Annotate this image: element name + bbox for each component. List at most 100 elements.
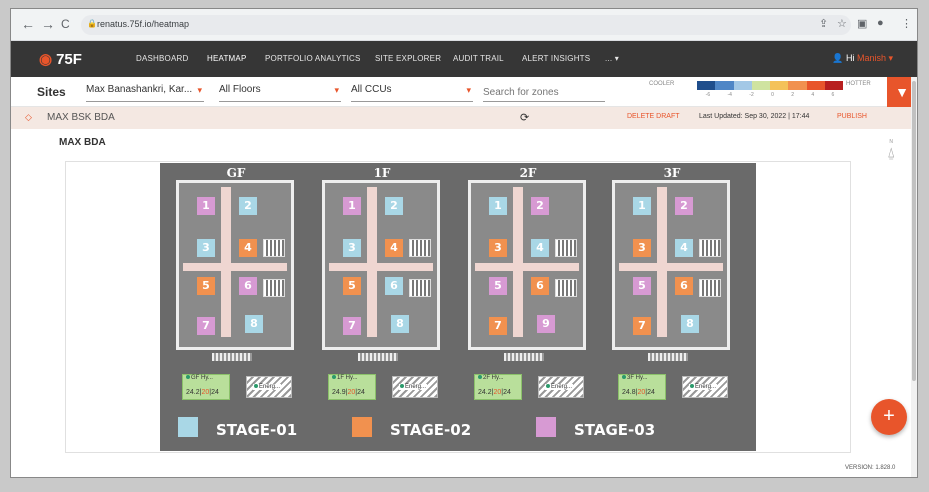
energy-meter-card[interactable]: Energ... <box>682 376 728 398</box>
app-logo[interactable]: ◉ 75F <box>39 50 82 68</box>
zone-tile[interactable]: 4 <box>239 239 257 257</box>
add-button[interactable]: + <box>871 399 907 435</box>
scale-swatch <box>788 81 807 90</box>
floor-strip <box>504 353 544 361</box>
zone-tile[interactable]: 7 <box>197 317 215 335</box>
nav-dashboard[interactable]: DASHBOARD <box>136 54 188 63</box>
zone-tile[interactable]: 5 <box>197 277 215 295</box>
site-select[interactable]: Max Banashankri, Kar... ▾ <box>86 84 204 102</box>
refresh-icon[interactable]: ⟳ <box>520 111 529 124</box>
expand-collapse-icon[interactable]: ◇ <box>25 112 32 123</box>
zone-tile[interactable]: 4 <box>531 239 549 257</box>
zone-tile[interactable]: 6 <box>675 277 693 295</box>
zone-tile[interactable]: 8 <box>681 315 699 333</box>
zone-tile[interactable]: 7 <box>489 317 507 335</box>
zone-tile[interactable]: 3 <box>489 239 507 257</box>
zone-tile[interactable]: 6 <box>385 277 403 295</box>
zone-tile[interactable]: 7 <box>343 317 361 335</box>
star-icon[interactable]: ☆ <box>837 17 847 30</box>
profile-icon[interactable]: ● <box>877 17 884 29</box>
last-updated-text: Last Updated: Sep 30, 2022 | 17:44 <box>699 113 810 120</box>
address-bar[interactable]: 🔒 renatus.75f.io/heatmap <box>81 15 851 35</box>
zone-tile[interactable]: 5 <box>489 277 507 295</box>
stage-label: STAGE-01 <box>216 421 298 439</box>
energy-meter-card[interactable]: Energ... <box>538 376 584 398</box>
forward-button[interactable]: → <box>41 16 55 32</box>
status-dot <box>622 375 626 379</box>
user-name: Manish <box>856 53 886 63</box>
zone-tile[interactable]: 2 <box>239 197 257 215</box>
zone-tile[interactable]: 7 <box>633 317 651 335</box>
ccu-current-temp: 24.2 <box>478 389 492 396</box>
zone-tile[interactable]: 5 <box>343 277 361 295</box>
stage-swatch <box>352 417 372 437</box>
energy-meter-card[interactable]: Energ... <box>392 376 438 398</box>
zone-tile[interactable]: 2 <box>531 197 549 215</box>
floor-label: 2F <box>519 166 537 180</box>
zone-tile[interactable]: 5 <box>633 277 651 295</box>
app-navbar: ◉ 75F DASHBOARD HEATMAP PORTFOLIO ANALYTI… <box>11 41 917 77</box>
ccu-card[interactable]: 1F Hy... 24.9|20|24 <box>328 374 376 400</box>
scale-tick: 6 <box>831 92 835 98</box>
zone-tile[interactable]: 4 <box>675 239 693 257</box>
ccu-card[interactable]: 2F Hy... 24.2|20|24 <box>474 374 522 400</box>
zone-tile[interactable]: 1 <box>197 197 215 215</box>
ccu-name: GF Hy... <box>191 375 213 381</box>
nav-more-menu[interactable]: ... ▾ <box>605 54 619 63</box>
energy-meter-card[interactable]: Energ... <box>246 376 292 398</box>
zone-tile[interactable]: 8 <box>245 315 263 333</box>
energy-meter-label: Energ... <box>399 384 428 390</box>
user-menu[interactable]: 👤 Hi Manish ▾ <box>832 53 893 64</box>
sidebar-icon[interactable]: ▣ <box>857 17 867 30</box>
reload-button[interactable]: C <box>61 17 70 31</box>
floor-select-value: All Floors <box>219 84 261 95</box>
floor-select[interactable]: All Floors ▾ <box>219 84 341 102</box>
zone-tile[interactable]: 6 <box>531 277 549 295</box>
ccu-card[interactable]: GF Hy... 24.2|20|24 <box>182 374 230 400</box>
scrollbar-thumb[interactable] <box>912 81 916 381</box>
back-button[interactable]: ← <box>21 16 35 32</box>
chevron-down-icon: ▾ <box>466 85 471 95</box>
chevron-down-icon: ▾ <box>885 53 893 63</box>
zone-search-input[interactable] <box>483 84 605 102</box>
delete-draft-button[interactable]: DELETE DRAFT <box>627 113 680 120</box>
stairs-icon <box>699 239 721 257</box>
ccu-select-value: All CCUs <box>351 84 392 95</box>
zone-tile[interactable]: 3 <box>343 239 361 257</box>
nav-alert-insights[interactable]: ALERT INSIGHTS <box>522 54 590 63</box>
nav-site-explorer[interactable]: SITE EXPLORER <box>375 54 441 63</box>
stage-swatch <box>178 417 198 437</box>
share-icon[interactable]: ⇪ <box>819 17 828 30</box>
zone-tile[interactable]: 9 <box>537 315 555 333</box>
chevron-down-icon: ▾ <box>334 85 339 95</box>
ccu-select[interactable]: All CCUs ▾ <box>351 84 473 102</box>
scale-swatch <box>733 81 752 90</box>
compass-icon: N ⍙ <box>887 139 896 160</box>
kebab-menu-icon[interactable]: ⋮ <box>901 17 912 30</box>
page-title: MAX BDA <box>59 137 106 148</box>
zone-tile[interactable]: 4 <box>385 239 403 257</box>
zone-tile[interactable]: 2 <box>385 197 403 215</box>
zone-tile[interactable]: 3 <box>197 239 215 257</box>
zone-tile[interactable]: 1 <box>489 197 507 215</box>
publish-button[interactable]: PUBLISH <box>837 113 867 120</box>
zone-tile[interactable]: 1 <box>343 197 361 215</box>
floor-strip <box>212 353 252 361</box>
zone-tile[interactable]: 6 <box>239 277 257 295</box>
zone-tile[interactable]: 1 <box>633 197 651 215</box>
nav-audit-trail[interactable]: AUDIT TRAIL <box>453 54 504 63</box>
ccu-heat-setpoint: 20 <box>347 389 356 396</box>
nav-heatmap[interactable]: HEATMAP <box>207 54 246 63</box>
zone-tile[interactable]: 2 <box>675 197 693 215</box>
zone-tile[interactable]: 3 <box>633 239 651 257</box>
site-name: MAX BSK BDA <box>47 112 115 123</box>
temperature-scale <box>697 81 843 90</box>
status-dot <box>254 384 258 388</box>
floor-plan-image: GF 1 2 3 4 5 6 7 8 GF Hy... 24.2|20|24 Energ... 1F 1 2… <box>160 163 756 451</box>
scrollbar[interactable] <box>911 77 917 477</box>
corridor <box>619 263 723 271</box>
zone-tile[interactable]: 8 <box>391 315 409 333</box>
ccu-card[interactable]: 3F Hy... 24.8|20|24 <box>618 374 666 400</box>
status-dot <box>690 384 694 388</box>
nav-portfolio-analytics[interactable]: PORTFOLIO ANALYTICS <box>265 54 361 63</box>
